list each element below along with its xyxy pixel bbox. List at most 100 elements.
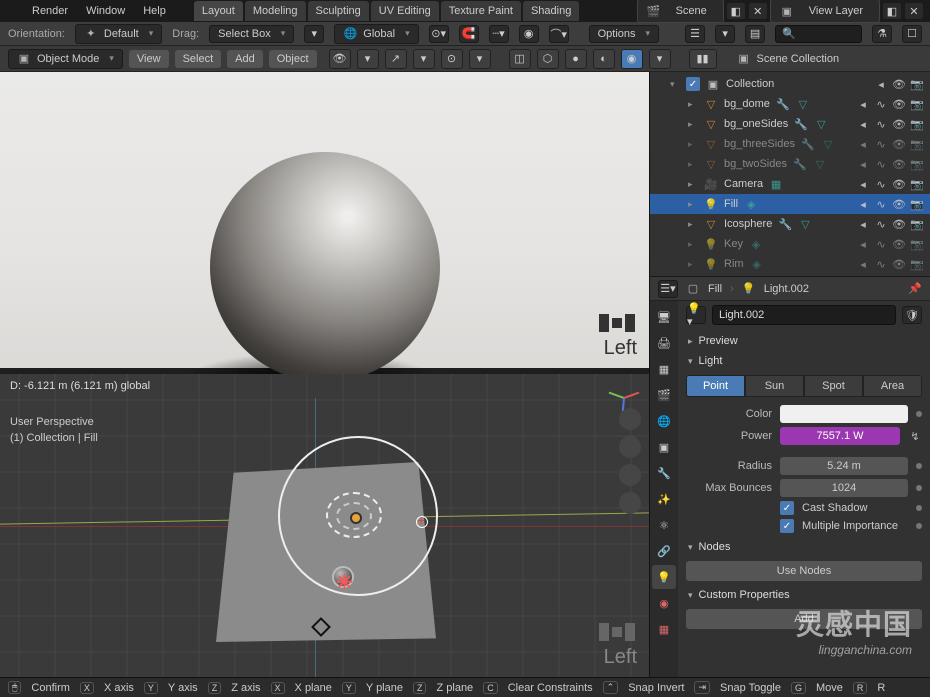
outliner-new[interactable]: ☐ (902, 25, 922, 43)
power-field[interactable]: 7557.1 W (780, 427, 900, 445)
eye-icon[interactable]: 👁 (892, 237, 906, 251)
mode-dd[interactable]: ▣Object Mode (8, 49, 123, 69)
exclude-icon[interactable]: ◂ (874, 77, 888, 91)
viewport-region-widget[interactable] (599, 623, 635, 641)
select-icon[interactable]: ◂ (856, 137, 870, 151)
panel-custom-props[interactable]: Custom Properties (686, 585, 922, 605)
hide-icon[interactable]: ∿ (874, 197, 888, 211)
select-icon[interactable]: ◂ (856, 237, 870, 251)
ptab-world[interactable]: 🌐 (652, 409, 676, 433)
orientation-dd[interactable]: ✦Default (75, 24, 162, 44)
radius-field[interactable]: 5.24 m (780, 457, 908, 475)
outliner-editor-icon[interactable]: ☰ (685, 25, 705, 43)
eye-icon[interactable]: 👁 (892, 137, 906, 151)
overlays-toggle[interactable]: ⊙ (441, 49, 463, 69)
shade-solid[interactable]: ● (565, 49, 587, 69)
outliner-item-bg_dome[interactable]: ▽bg_dome🔧▽◂∿👁📷 (650, 94, 930, 114)
outliner-item-camera[interactable]: 🎥Camera▦◂∿👁📷 (650, 174, 930, 194)
anim-dot[interactable] (916, 411, 922, 417)
visibility-toggle[interactable]: 👁 (329, 49, 351, 69)
ptab-data[interactable]: 💡 (652, 565, 676, 589)
tab-layout[interactable]: Layout (194, 1, 243, 21)
type-sun[interactable]: Sun (745, 375, 804, 397)
menu-view[interactable]: View (129, 50, 169, 68)
select-icon[interactable]: ◂ (856, 217, 870, 231)
anim-dot[interactable] (916, 523, 922, 529)
xray-toggle[interactable]: ◫ (509, 49, 531, 69)
outliner-search[interactable]: 🔍 (775, 25, 862, 43)
ptab-modifiers[interactable]: 🔧 (652, 461, 676, 485)
ptab-scene[interactable]: 🎬 (652, 383, 676, 407)
transform-dd[interactable]: 🌐Global (334, 24, 418, 44)
options-dd[interactable]: Options (589, 25, 659, 43)
render-icon[interactable]: 📷 (910, 237, 924, 251)
tab-sculpting[interactable]: Sculpting (308, 1, 369, 21)
anim-dot[interactable] (916, 485, 922, 491)
type-spot[interactable]: Spot (804, 375, 863, 397)
ptab-particles[interactable]: ✨ (652, 487, 676, 511)
menu-select[interactable]: Select (175, 50, 222, 68)
fake-user[interactable]: 🛡 (902, 306, 922, 324)
render-icon[interactable]: 📷 (910, 257, 924, 271)
add-custom-prop-button[interactable]: Add (686, 609, 922, 629)
nav-zoom[interactable] (619, 408, 641, 430)
eye-icon[interactable]: 👁 (892, 257, 906, 271)
shading-dd[interactable]: ▾ (649, 49, 671, 69)
outliner-view-dd[interactable]: ▤ (745, 25, 765, 43)
render-icon[interactable]: 📷 (910, 137, 924, 151)
select-icon[interactable]: ◂ (856, 197, 870, 211)
anim-dot[interactable] (916, 505, 922, 511)
3d-viewport[interactable]: ✳ D: -6.121 m (6.121 m) global User Pers… (0, 374, 649, 677)
outliner-item-bg_threesides[interactable]: ▽bg_threeSides🔧▽◂∿👁📷 (650, 134, 930, 154)
menu-help[interactable]: Help (135, 2, 174, 20)
nav-camera[interactable] (619, 464, 641, 486)
eye-icon[interactable]: 👁 (892, 117, 906, 131)
viewlayer-browse[interactable]: ◧ (882, 2, 902, 20)
scene-selector[interactable]: 🎬 Scene (637, 0, 724, 23)
multi-imp-checkbox[interactable] (780, 519, 794, 533)
drag-dd[interactable]: Select Box (209, 25, 294, 43)
props-editor-icon[interactable]: ☰▾ (658, 280, 678, 298)
gizmo-dd[interactable]: ▾ (413, 49, 435, 69)
outliner-item-icosphere[interactable]: ▽Icosphere🔧▽◂∿👁📷 (650, 214, 930, 234)
3d-cursor[interactable] (414, 514, 430, 530)
select-icon[interactable]: ◂ (856, 257, 870, 271)
hide-icon[interactable]: ∿ (874, 237, 888, 251)
hide-icon[interactable]: ∿ (874, 177, 888, 191)
hide-icon[interactable]: ∿ (874, 217, 888, 231)
propedit-dd[interactable]: ⌒▾ (549, 25, 569, 43)
driver-icon[interactable]: ↯ (908, 429, 922, 443)
drag-options-icon[interactable]: ▾ (304, 25, 324, 43)
render-region-widget[interactable] (599, 314, 635, 332)
hide-icon[interactable]: ∿ (874, 137, 888, 151)
nav-persp[interactable] (619, 492, 641, 514)
render-icon[interactable]: 📷 (910, 97, 924, 111)
eye-icon[interactable]: 👁 (892, 177, 906, 191)
select-icon[interactable]: ◂ (856, 97, 870, 111)
panel-preview[interactable]: Preview (686, 331, 922, 351)
render-icon[interactable]: 📷 (910, 77, 924, 91)
menu-add[interactable]: Add (227, 50, 263, 68)
nav-pan[interactable] (619, 436, 641, 458)
eye-icon[interactable]: 👁 (892, 97, 906, 111)
eye-icon[interactable]: 👁 (892, 197, 906, 211)
outliner-filter[interactable]: ⚗ (872, 25, 892, 43)
viewlayer-close[interactable]: ✕ (904, 2, 924, 20)
menu-render[interactable]: Render (24, 2, 76, 20)
menu-window[interactable]: Window (78, 2, 133, 20)
scene-browse[interactable]: ◧ (726, 2, 746, 20)
datablock-browse[interactable]: 💡▾ (686, 306, 706, 324)
eye-icon[interactable]: 👁 (892, 217, 906, 231)
outliner-item-rim[interactable]: 💡Rim◈◂∿👁📷 (650, 254, 930, 274)
hide-icon[interactable]: ∿ (874, 97, 888, 111)
hide-icon[interactable]: ∿ (874, 117, 888, 131)
collection-row[interactable]: ▣ Collection ◂👁📷 (650, 74, 930, 94)
type-point[interactable]: Point (686, 375, 745, 397)
hide-icon[interactable]: ∿ (874, 257, 888, 271)
panel-light[interactable]: Light (686, 351, 922, 371)
ptab-render[interactable]: 🖥 (652, 305, 676, 329)
select-icon[interactable]: ◂ (856, 177, 870, 191)
visibility-dd[interactable]: ▾ (357, 49, 379, 69)
select-icon[interactable]: ◂ (856, 117, 870, 131)
use-nodes-button[interactable]: Use Nodes (686, 561, 922, 581)
